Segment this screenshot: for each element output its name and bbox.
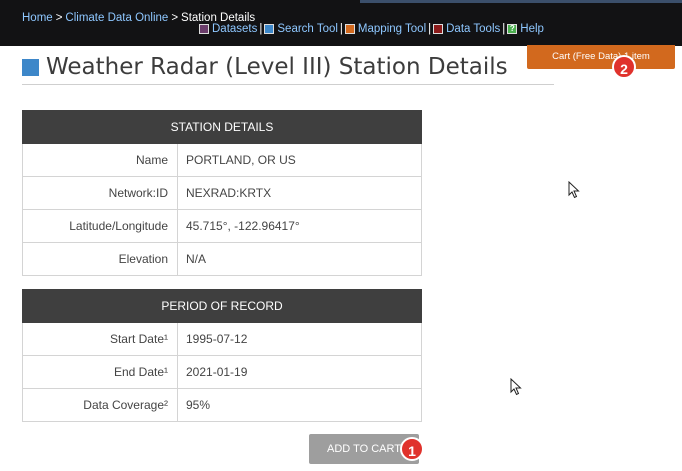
station-details-header: STATION DETAILS bbox=[22, 110, 422, 144]
data-tools-icon bbox=[433, 24, 444, 34]
table-row: End Date¹ 2021-01-19 bbox=[22, 355, 422, 389]
table-row: Data Coverage² 95% bbox=[22, 388, 422, 422]
row-value: NEXRAD:KRTX bbox=[177, 176, 422, 210]
row-value: 2021-01-19 bbox=[177, 355, 422, 389]
nav-divider: | bbox=[259, 23, 263, 35]
row-label: Name bbox=[22, 143, 178, 177]
row-label: Data Coverage² bbox=[22, 388, 178, 422]
breadcrumb-cdo-link[interactable]: Climate Data Online bbox=[65, 12, 168, 24]
nav-data-tools-link[interactable]: Data Tools bbox=[433, 23, 500, 35]
station-details-table: STATION DETAILS Name PORTLAND, OR US Netw… bbox=[22, 110, 422, 276]
page-title: Weather Radar (Level III) Station Detail… bbox=[46, 54, 508, 80]
nav-search-tool-label: Search Tool bbox=[277, 23, 338, 35]
datasets-icon bbox=[199, 24, 209, 34]
breadcrumb-separator: > bbox=[55, 12, 63, 24]
nav-mapping-tool-label: Mapping Tool bbox=[357, 23, 427, 35]
row-label: Elevation bbox=[22, 242, 178, 276]
row-value: N/A bbox=[177, 242, 422, 276]
tool-navigation: Datasets | Search Tool | Mapping Tool | … bbox=[199, 23, 544, 35]
row-value: PORTLAND, OR US bbox=[177, 143, 422, 177]
nav-search-tool-link[interactable]: Search Tool bbox=[264, 23, 338, 35]
table-row: Elevation N/A bbox=[22, 242, 422, 276]
top-accent-line bbox=[360, 0, 682, 3]
nav-datasets-label: Datasets bbox=[212, 23, 258, 35]
row-label: End Date¹ bbox=[22, 355, 178, 389]
row-label: Start Date¹ bbox=[22, 322, 178, 356]
page-title-wrap: Weather Radar (Level III) Station Detail… bbox=[22, 54, 554, 85]
mouse-pointer-icon bbox=[568, 181, 580, 199]
row-label: Latitude/Longitude bbox=[22, 209, 178, 243]
nav-mapping-tool-link[interactable]: Mapping Tool bbox=[344, 23, 427, 35]
table-row: Network:ID NEXRAD:KRTX bbox=[22, 176, 422, 210]
nav-help-label: Help bbox=[520, 23, 544, 35]
breadcrumb-home-link[interactable]: Home bbox=[22, 12, 53, 24]
nav-datasets-link[interactable]: Datasets bbox=[199, 23, 257, 35]
breadcrumb-separator: > bbox=[171, 12, 179, 24]
row-value: 95% bbox=[177, 388, 422, 422]
top-nav-bar: Home > Climate Data Online > Station Details… bbox=[0, 0, 682, 46]
step-badge-1: 1 bbox=[400, 437, 424, 461]
nav-divider: | bbox=[339, 23, 343, 35]
help-icon: ? bbox=[507, 24, 518, 34]
search-tool-icon bbox=[264, 24, 275, 34]
table-row: Latitude/Longitude 45.715°, -122.96417° bbox=[22, 209, 422, 243]
table-row: Start Date¹ 1995-07-12 bbox=[22, 322, 422, 356]
table-row: Name PORTLAND, OR US bbox=[22, 143, 422, 177]
nav-divider: | bbox=[428, 23, 432, 35]
period-of-record-table: PERIOD OF RECORD Start Date¹ 1995-07-12 E… bbox=[22, 289, 422, 422]
mapping-tool-icon bbox=[344, 24, 355, 34]
step-badge-2: 2 bbox=[612, 55, 636, 79]
row-value: 1995-07-12 bbox=[177, 322, 422, 356]
mouse-pointer-icon bbox=[510, 378, 522, 396]
row-label: Network:ID bbox=[22, 176, 178, 210]
period-of-record-header: PERIOD OF RECORD bbox=[22, 289, 422, 323]
nav-divider: | bbox=[502, 23, 506, 35]
nav-help-link[interactable]: ? Help bbox=[507, 23, 544, 35]
title-square-icon bbox=[22, 59, 39, 76]
row-value: 45.715°, -122.96417° bbox=[177, 209, 422, 243]
nav-data-tools-label: Data Tools bbox=[446, 23, 501, 35]
